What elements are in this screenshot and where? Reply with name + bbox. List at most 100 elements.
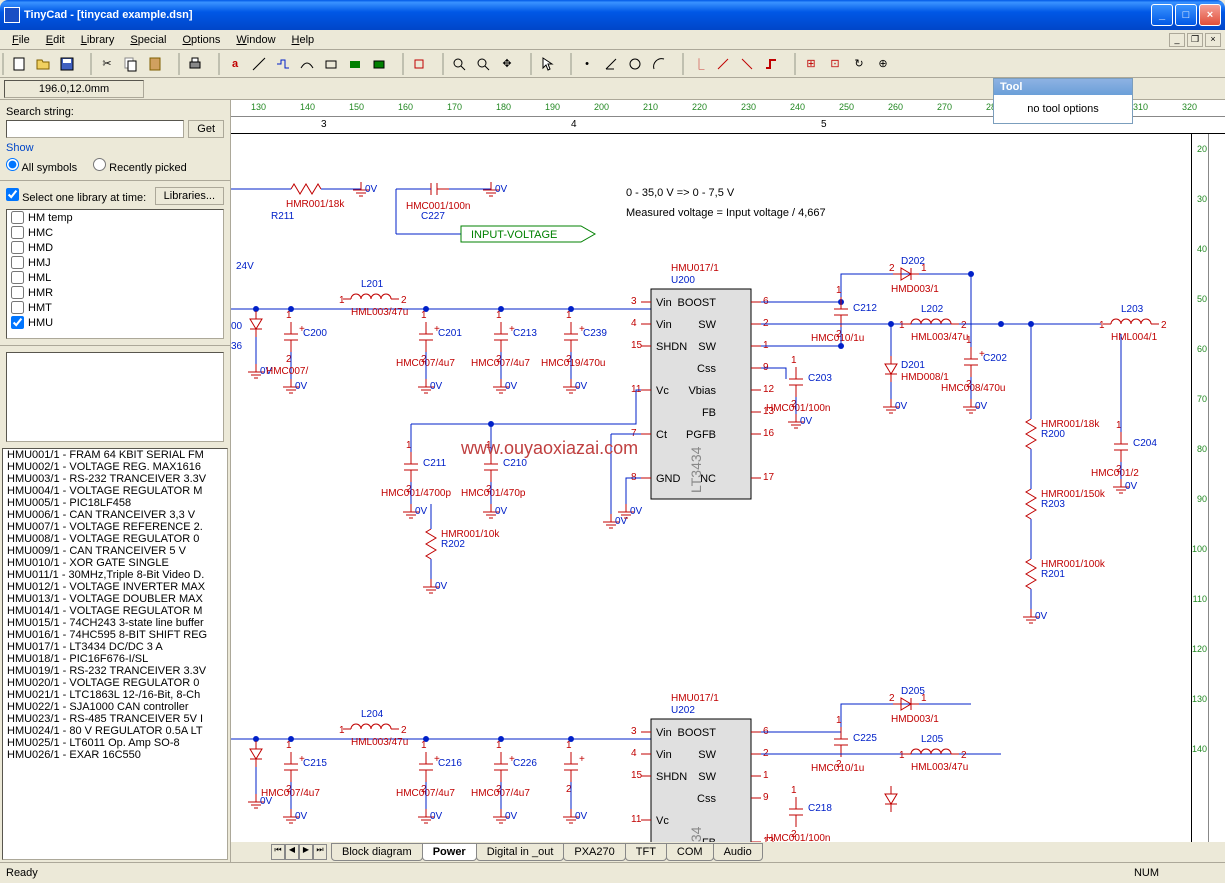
paste-icon[interactable] [144, 53, 166, 75]
tab-prev[interactable]: ◀ [285, 844, 299, 860]
component-item[interactable]: HMU015/1 - 74CH243 3-state line buffer [3, 617, 227, 629]
lib-item[interactable]: HMT [7, 300, 223, 315]
tab-last[interactable]: ⏭ [313, 844, 327, 860]
lib-item[interactable]: HMU [7, 315, 223, 330]
select-one-lib[interactable]: Select one library at time: [6, 188, 146, 204]
print-icon[interactable] [184, 53, 206, 75]
component-item[interactable]: HMU008/1 - VOLTAGE REGULATOR 0 [3, 533, 227, 545]
component-tool-icon[interactable] [408, 53, 430, 75]
move-tool-icon[interactable]: ✥ [496, 53, 518, 75]
show-link[interactable]: Show [6, 142, 224, 154]
component-item[interactable]: HMU002/1 - VOLTAGE REG. MAX1616 [3, 461, 227, 473]
component-item[interactable]: HMU013/1 - VOLTAGE DOUBLER MAX [3, 593, 227, 605]
menu-special[interactable]: Special [122, 32, 174, 48]
component-item[interactable]: HMU011/1 - 30MHz,Triple 8-Bit Video D. [3, 569, 227, 581]
lib-item[interactable]: HMD [7, 240, 223, 255]
lib-item[interactable]: HMC [7, 225, 223, 240]
component-item[interactable]: HMU026/1 - EXAR 16C550 [3, 749, 227, 761]
libraries-button[interactable]: Libraries... [155, 187, 224, 205]
get-button[interactable]: Get [188, 120, 224, 138]
grid-tool-icon[interactable]: ⊞ [800, 53, 822, 75]
component-item[interactable]: HMU023/1 - RS-485 TRANCEIVER 5V I [3, 713, 227, 725]
sheet-tab-com[interactable]: COM [666, 843, 714, 861]
search-input[interactable] [6, 120, 184, 138]
component-item[interactable]: HMU016/1 - 74HC595 8-BIT SHIFT REG [3, 629, 227, 641]
component-item[interactable]: HMU017/1 - LT3434 DC/DC 3 A [3, 641, 227, 653]
diag2-tool-icon[interactable] [736, 53, 758, 75]
menu-window[interactable]: Window [228, 32, 283, 48]
menu-file[interactable]: File [4, 32, 38, 48]
sheet-tab-digital-in-_out[interactable]: Digital in _out [476, 843, 565, 861]
copy-icon[interactable] [120, 53, 142, 75]
component-item[interactable]: HMU007/1 - VOLTAGE REFERENCE 2. [3, 521, 227, 533]
component-item[interactable]: HMU022/1 - SJA1000 CAN controller [3, 701, 227, 713]
tab-first[interactable]: ⏮ [271, 844, 285, 860]
component-item[interactable]: HMU004/1 - VOLTAGE REGULATOR M [3, 485, 227, 497]
angle-tool-icon[interactable] [600, 53, 622, 75]
sheet-tab-audio[interactable]: Audio [713, 843, 763, 861]
fillrect-tool-icon[interactable] [344, 53, 366, 75]
component-item[interactable]: HMU014/1 - VOLTAGE REGULATOR M [3, 605, 227, 617]
net-tool-icon[interactable]: ⎿ [688, 53, 710, 75]
component-item[interactable]: HMU009/1 - CAN TRANCEIVER 5 V [3, 545, 227, 557]
radio-recent[interactable]: Recently picked [93, 158, 187, 174]
new-icon[interactable] [8, 53, 30, 75]
menu-options[interactable]: Options [174, 32, 228, 48]
close-button[interactable]: × [1199, 4, 1221, 26]
radio-all-symbols[interactable]: All symbols [6, 158, 77, 174]
pointer-tool-icon[interactable] [536, 53, 558, 75]
rect-tool-icon[interactable] [320, 53, 342, 75]
maximize-button[interactable]: □ [1175, 4, 1197, 26]
menu-edit[interactable]: Edit [38, 32, 73, 48]
save-icon[interactable] [56, 53, 78, 75]
circle-tool-icon[interactable] [624, 53, 646, 75]
center-tool-icon[interactable]: ⊕ [872, 53, 894, 75]
lib-item[interactable]: HMR [7, 285, 223, 300]
zoom-fit-icon[interactable] [448, 53, 470, 75]
bus-tool-icon[interactable] [760, 53, 782, 75]
sheet-tab-block-diagram[interactable]: Block diagram [331, 843, 423, 861]
wire-tool-icon[interactable] [272, 53, 294, 75]
lib-item[interactable]: HM temp [7, 210, 223, 225]
library-list[interactable]: HM temp HMC HMD HMJ HML HMR HMT HMU [6, 209, 224, 339]
menu-library[interactable]: Library [73, 32, 123, 48]
sheet-tab-power[interactable]: Power [422, 843, 477, 861]
diag-tool-icon[interactable] [712, 53, 734, 75]
zoom-icon[interactable] [472, 53, 494, 75]
component-item[interactable]: HMU006/1 - CAN TRANCEIVER 3,3 V [3, 509, 227, 521]
cut-icon[interactable]: ✂ [96, 53, 118, 75]
component-item[interactable]: HMU001/1 - FRAM 64 KBIT SERIAL FM [3, 449, 227, 461]
tool-options-panel[interactable]: Tool no tool options [993, 78, 1133, 124]
fillrect2-tool-icon[interactable] [368, 53, 390, 75]
mdi-close[interactable]: × [1205, 33, 1221, 47]
text-tool-icon[interactable]: a [224, 53, 246, 75]
component-item[interactable]: HMU012/1 - VOLTAGE INVERTER MAX [3, 581, 227, 593]
component-item[interactable]: HMU021/1 - LTC1863L 12-/16-Bit, 8-Ch [3, 689, 227, 701]
mdi-restore[interactable]: ❐ [1187, 33, 1203, 47]
lib-item[interactable]: HML [7, 270, 223, 285]
sheet-tab-tft[interactable]: TFT [625, 843, 667, 861]
mdi-min[interactable]: _ [1169, 33, 1185, 47]
minimize-button[interactable]: _ [1151, 4, 1173, 26]
schematic-canvas[interactable]: HMR001/18kR2110VHMC001/100nC2270VINPUT-V… [231, 134, 1191, 842]
pin-tool-icon[interactable]: • [576, 53, 598, 75]
menu-help[interactable]: Help [284, 32, 323, 48]
tab-next[interactable]: ▶ [299, 844, 313, 860]
line-tool-icon[interactable] [248, 53, 270, 75]
grid2-tool-icon[interactable]: ⊡ [824, 53, 846, 75]
component-item[interactable]: HMU003/1 - RS-232 TRANCEIVER 3.3V [3, 473, 227, 485]
rotate-tool-icon[interactable]: ↻ [848, 53, 870, 75]
component-item[interactable]: HMU005/1 - PIC18LF458 [3, 497, 227, 509]
component-item[interactable]: HMU018/1 - PIC16F676-I/SL [3, 653, 227, 665]
component-item[interactable]: HMU024/1 - 80 V REGULATOR 0.5A LT [3, 725, 227, 737]
lib-item[interactable]: HMJ [7, 255, 223, 270]
component-list[interactable]: HMU001/1 - FRAM 64 KBIT SERIAL FMHMU002/… [2, 448, 228, 860]
arc-tool-icon[interactable] [648, 53, 670, 75]
sheet-tab-pxa270[interactable]: PXA270 [563, 843, 625, 861]
component-item[interactable]: HMU020/1 - VOLTAGE REGULATOR 0 [3, 677, 227, 689]
curve-tool-icon[interactable] [296, 53, 318, 75]
component-item[interactable]: HMU025/1 - LT6011 Op. Amp SO-8 [3, 737, 227, 749]
open-icon[interactable] [32, 53, 54, 75]
component-item[interactable]: HMU010/1 - XOR GATE SINGLE [3, 557, 227, 569]
component-item[interactable]: HMU019/1 - RS-232 TRANCEIVER 3.3V [3, 665, 227, 677]
